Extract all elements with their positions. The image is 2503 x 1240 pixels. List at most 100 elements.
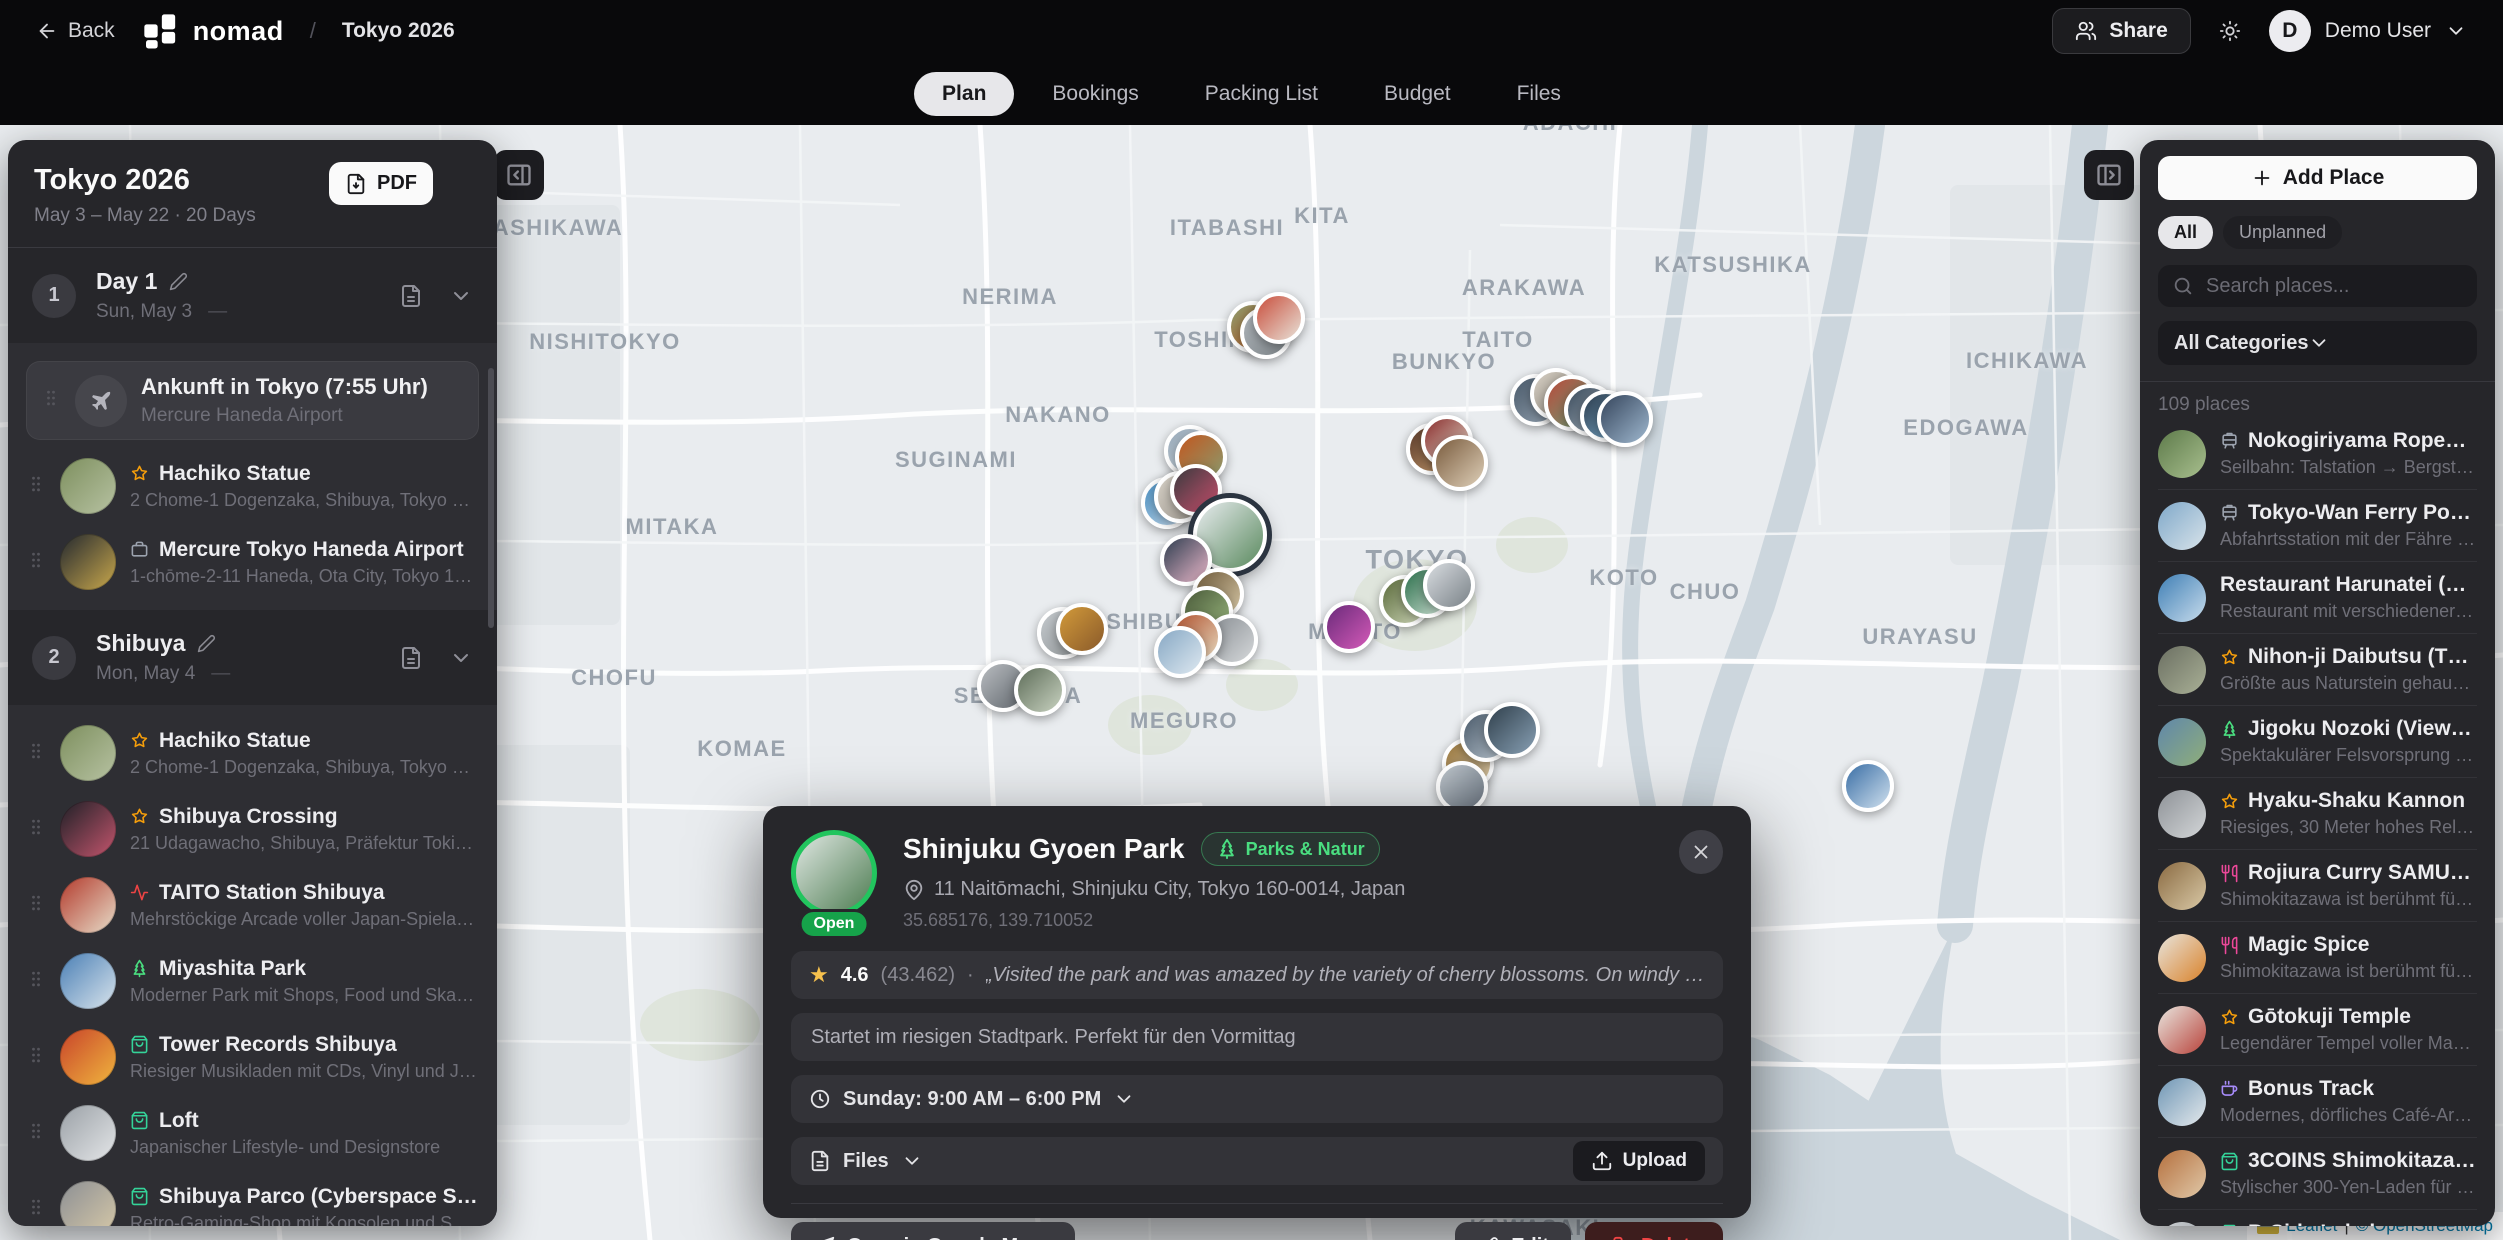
- tab-plan[interactable]: Plan: [914, 72, 1014, 116]
- category-dropdown[interactable]: All Categories: [2158, 321, 2477, 365]
- drag-handle[interactable]: [26, 817, 46, 842]
- pencil-icon: [197, 634, 216, 653]
- place-list-item[interactable]: Restaurant Harunatei (Kanaya Po…Restaura…: [2158, 562, 2477, 634]
- place-marker[interactable]: [1597, 391, 1653, 447]
- pdf-label: PDF: [377, 172, 417, 195]
- file-download-icon: [345, 173, 367, 195]
- upload-icon: [1591, 1150, 1613, 1172]
- pdf-export-button[interactable]: PDF: [329, 162, 433, 205]
- place-name: Hachiko Statue: [159, 462, 311, 486]
- files-row[interactable]: Files Upload: [791, 1137, 1723, 1185]
- collapse-right-panel-button[interactable]: [2084, 150, 2134, 200]
- grip-icon: [26, 1121, 46, 1141]
- place-list-item[interactable]: Nokogiriyama Ropeway Sum…Seilbahn: Talst…: [2158, 418, 2477, 490]
- drag-handle[interactable]: [26, 1121, 46, 1146]
- day-date: Mon, May 4—: [96, 663, 230, 685]
- itinerary-place-row[interactable]: TAITO Station ShibuyaMehrstöckige Arcade…: [8, 867, 497, 943]
- scrollbar-thumb[interactable]: [488, 368, 494, 628]
- upload-button[interactable]: Upload: [1573, 1141, 1705, 1181]
- itinerary-place-row[interactable]: Miyashita ParkModerner Park mit Shops, F…: [8, 943, 497, 1019]
- collapse-day-button[interactable]: [449, 284, 473, 308]
- place-marker[interactable]: [1432, 435, 1488, 491]
- chevron-down-icon: [2445, 20, 2467, 42]
- place-list-item[interactable]: Gōtokuji TempleLegendärer Tempel voller …: [2158, 994, 2477, 1066]
- clock-icon: [809, 1088, 831, 1110]
- grip-icon: [26, 817, 46, 837]
- place-address: Japanischer Lifestyle- und Designstore: [130, 1137, 479, 1158]
- share-users-icon: [2075, 20, 2097, 42]
- day-header[interactable]: 1Day 1Sun, May 3—: [8, 248, 497, 343]
- place-marker[interactable]: [1323, 601, 1375, 653]
- place-marker[interactable]: [1154, 626, 1206, 678]
- rating-review-row[interactable]: ★ 4.6 (43.462) · „Visited the park and w…: [791, 951, 1723, 999]
- place-marker[interactable]: [1253, 292, 1305, 344]
- place-list-item[interactable]: Bonus TrackModernes, dörfliches Café-Are…: [2158, 1066, 2477, 1138]
- drag-handle[interactable]: [26, 1197, 46, 1222]
- tab-packing-list[interactable]: Packing List: [1177, 72, 1346, 116]
- place-marker[interactable]: [1014, 664, 1066, 716]
- itinerary-place-row[interactable]: Tower Records ShibuyaRiesiger Musikladen…: [8, 1019, 497, 1095]
- place-list-item[interactable]: Tokyo-Wan Ferry Port Kuriha…Abfahrtsstat…: [2158, 490, 2477, 562]
- upload-label: Upload: [1623, 1150, 1687, 1172]
- drag-handle[interactable]: [26, 969, 46, 994]
- drag-handle[interactable]: [26, 893, 46, 918]
- brand-logo[interactable]: nomad: [141, 11, 284, 51]
- file-icon: [809, 1150, 831, 1172]
- place-marker[interactable]: [1056, 603, 1108, 655]
- close-card-button[interactable]: [1679, 830, 1723, 874]
- search-input[interactable]: [2204, 274, 2463, 299]
- add-place-button[interactable]: Add Place: [2158, 156, 2477, 200]
- place-list-item[interactable]: Nihon-ji Daibutsu (The Great …Größte aus…: [2158, 634, 2477, 706]
- drag-handle[interactable]: [26, 474, 46, 499]
- itinerary-place-row[interactable]: LoftJapanischer Lifestyle- und Designsto…: [8, 1095, 497, 1171]
- drag-handle[interactable]: [26, 1045, 46, 1070]
- user-menu[interactable]: D Demo User: [2269, 10, 2467, 52]
- filter-pill-unplanned[interactable]: Unplanned: [2223, 216, 2342, 249]
- collapse-day-button[interactable]: [449, 646, 473, 670]
- place-name: Restaurant Harunatei (Kanaya Po…: [2220, 573, 2477, 597]
- place-list-item[interactable]: Magic SpiceShimokitazawa ist berühmt für…: [2158, 922, 2477, 994]
- back-button[interactable]: Back: [36, 19, 115, 43]
- rating-count: (43.462): [881, 964, 956, 987]
- map-pin-icon: [903, 879, 925, 901]
- search-box: [2158, 265, 2477, 307]
- edit-button[interactable]: Edit: [1455, 1222, 1571, 1240]
- briefcase-icon: [130, 540, 149, 559]
- place-list-item[interactable]: 3COINS ShimokitazawaStylischer 300-Yen-L…: [2158, 1138, 2477, 1210]
- share-button[interactable]: Share: [2052, 8, 2190, 54]
- collapse-left-panel-button[interactable]: [494, 150, 544, 200]
- grip-icon: [26, 893, 46, 913]
- itinerary-place-row[interactable]: Mercure Tokyo Haneda Airport1-chōme-2-11…: [8, 524, 497, 600]
- opening-hours-row[interactable]: Sunday: 9:00 AM – 6:00 PM: [791, 1075, 1723, 1123]
- place-list-item[interactable]: B-Side LabelHochwertige, wasserfeste Sti…: [2158, 1210, 2477, 1226]
- theme-toggle-button[interactable]: [2219, 20, 2241, 42]
- drag-handle[interactable]: [26, 550, 46, 575]
- tram-icon: [2220, 504, 2239, 523]
- delete-button[interactable]: Delete: [1585, 1222, 1723, 1240]
- drag-handle[interactable]: [26, 741, 46, 766]
- search-icon: [2172, 275, 2194, 297]
- place-marker[interactable]: [1842, 760, 1894, 812]
- tab-bookings[interactable]: Bookings: [1024, 72, 1166, 116]
- filter-pill-all[interactable]: All: [2158, 216, 2213, 249]
- open-google-maps-button[interactable]: Open in Google Maps: [791, 1222, 1075, 1240]
- tree-icon: [1216, 838, 1238, 860]
- day-header[interactable]: 2ShibuyaMon, May 4—: [8, 610, 497, 705]
- panel-right-close-icon: [2095, 161, 2123, 189]
- note-input[interactable]: [809, 1025, 1705, 1050]
- place-list-item[interactable]: Rojiura Curry SAMURAI. Shim…Shimokitazaw…: [2158, 850, 2477, 922]
- place-list-item[interactable]: Hyaku-Shaku KannonRiesiges, 30 Meter hoh…: [2158, 778, 2477, 850]
- place-marker[interactable]: [1423, 559, 1475, 611]
- drag-handle[interactable]: [41, 388, 61, 413]
- tab-budget[interactable]: Budget: [1356, 72, 1479, 116]
- place-marker[interactable]: [1484, 702, 1540, 758]
- stop-card[interactable]: Ankunft in Tokyo (7:55 Uhr)Mercure Haned…: [26, 361, 479, 440]
- itinerary-place-row[interactable]: Hachiko Statue2 Chome-1 Dogenzaka, Shibu…: [8, 715, 497, 791]
- itinerary-place-row[interactable]: Hachiko Statue2 Chome-1 Dogenzaka, Shibu…: [8, 448, 497, 524]
- place-list-item[interactable]: Jigoku Nozoki (View of Hell)Spektakuläre…: [2158, 706, 2477, 778]
- itinerary-place-row[interactable]: Shibuya Crossing21 Udagawacho, Shibuya, …: [8, 791, 497, 867]
- district-label: CHUO: [1670, 579, 1741, 605]
- place-name: Gōtokuji Temple: [2248, 1005, 2411, 1029]
- tab-files[interactable]: Files: [1489, 72, 1589, 116]
- itinerary-place-row[interactable]: Shibuya Parco (Cyberspace Shibuya)Retro-…: [8, 1171, 497, 1226]
